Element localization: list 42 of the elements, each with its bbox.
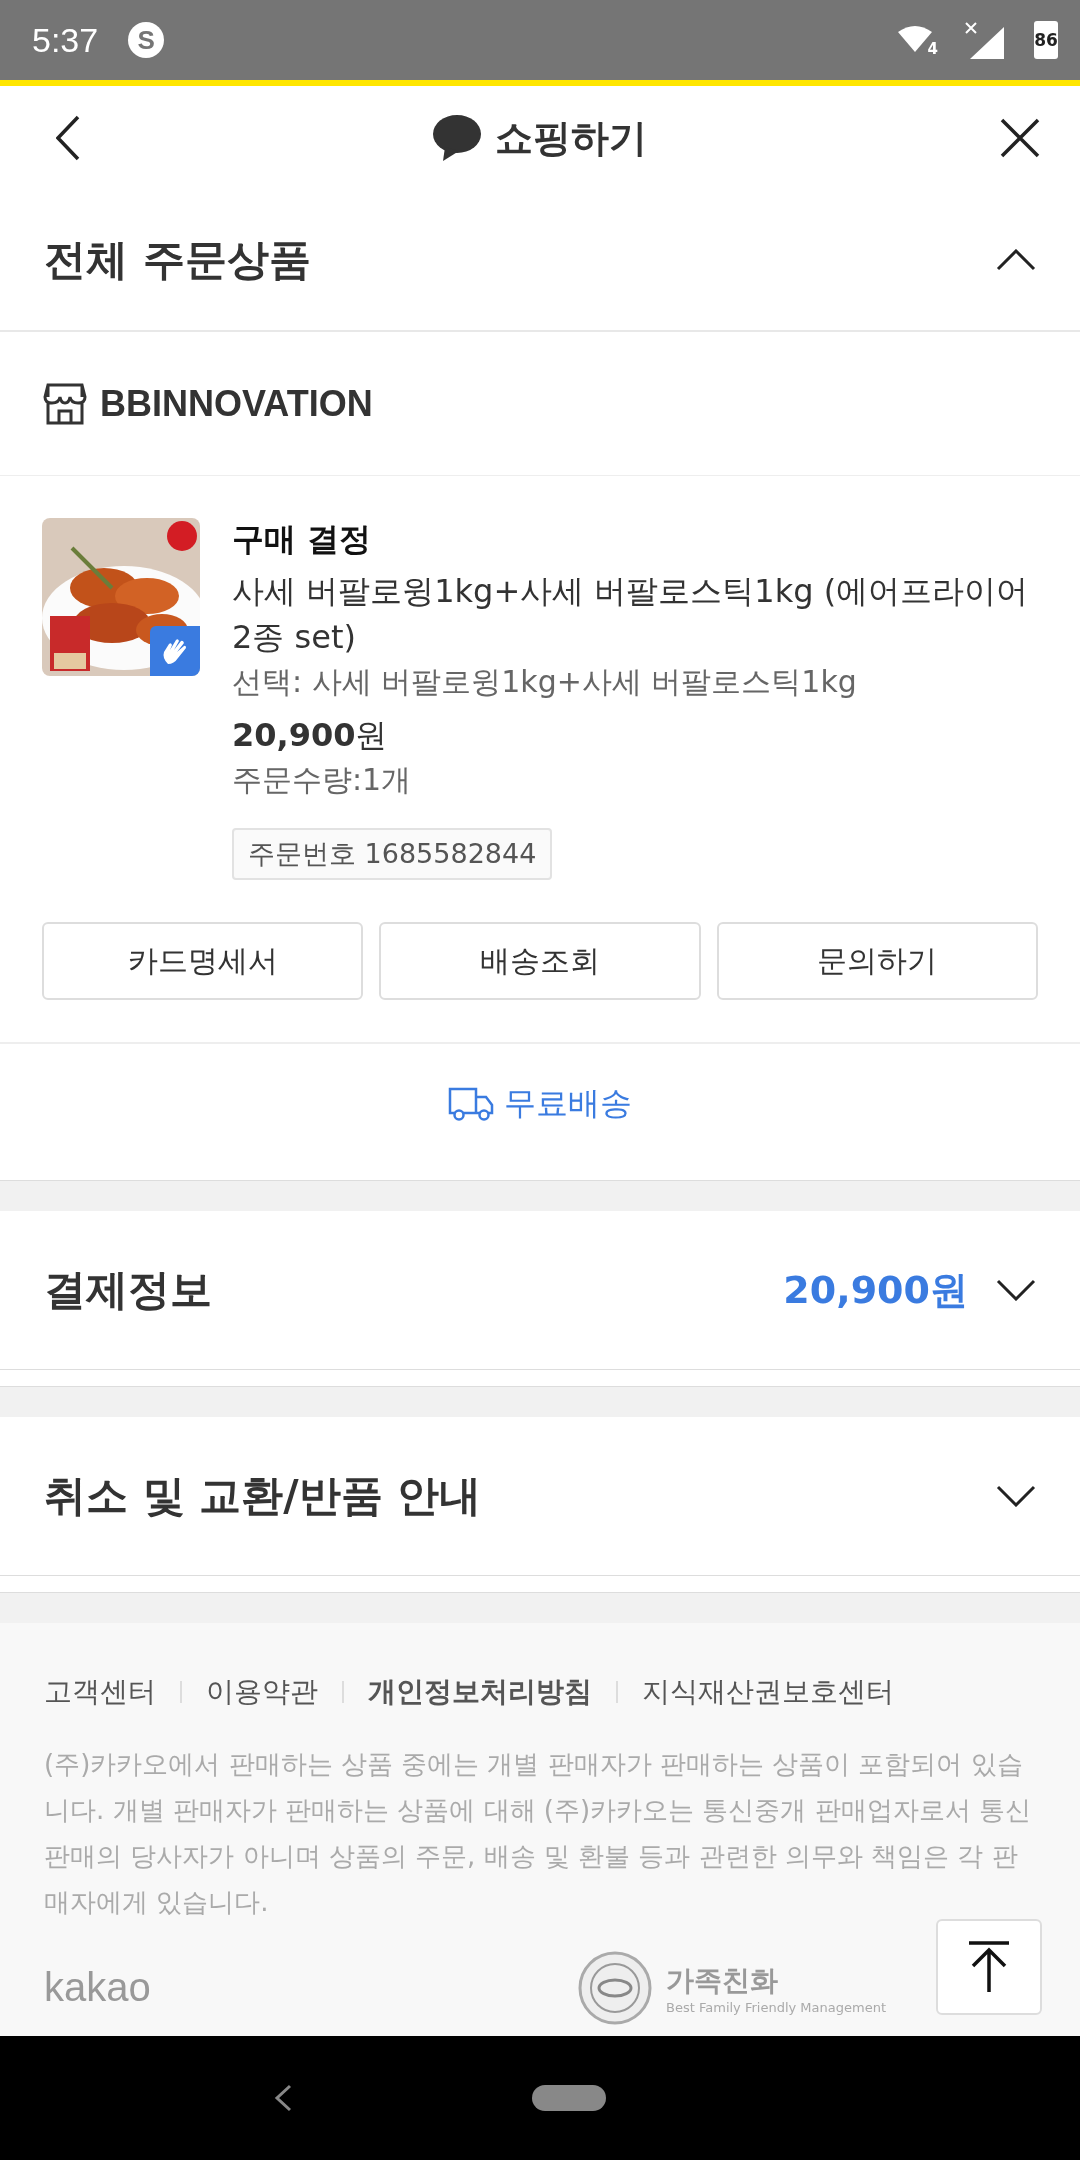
action-button[interactable]: 배송조회 <box>379 922 701 1000</box>
notification-icon: S <box>128 22 165 58</box>
badge-subtitle: Best Family Friendly Management <box>666 1999 886 2015</box>
speech-bubble-icon <box>433 115 481 161</box>
action-button[interactable]: 문의하기 <box>716 922 1038 1000</box>
order-status: 구매 결정 <box>232 519 372 560</box>
shipping-label: 무료배송 <box>504 1083 632 1124</box>
battery-icon: 86 <box>1034 21 1058 59</box>
payment-amount: 20,900원 <box>783 1266 968 1314</box>
footer-link[interactable]: 지식재산권보호센터 <box>642 1673 894 1711</box>
page-title: 쇼핑하기 <box>495 114 647 162</box>
store-icon <box>42 382 88 425</box>
chevron-icon[interactable] <box>996 1279 1036 1301</box>
action-button[interactable]: 카드명세서 <box>42 922 364 1000</box>
chevron-icon[interactable] <box>996 249 1036 271</box>
notice-text: (주)카카오에서 판매하는 상품 중에는 개별 판매자가 판매하는 상품이 포함되어 있습니다. 개별 판매자가 판매하는 상품에 대해 (주)카카오는 통신중개 판매업자로서 통신판매의 당사자가 아니며 상품의 주문, 배송 및 환불 등과 관련한 의무와 책임은 각 판매자에게 있습니다. <box>44 1748 1032 1919</box>
close-icon[interactable] <box>1000 118 1040 158</box>
footer-link[interactable]: 이용약관 <box>206 1673 318 1711</box>
arrow-up-icon <box>967 1940 1011 1994</box>
product-name[interactable]: 사세 버팔로윙1kg+사세 버팔로스틱1kg (에어프라이어 2종 set) <box>232 568 1038 660</box>
section-title: 결제정보 <box>44 1264 212 1316</box>
product-option: 선택: 사세 버팔로윙1kg+사세 버팔로스틱1kg <box>232 660 857 704</box>
back-icon[interactable] <box>56 115 80 161</box>
scroll-to-top-button[interactable] <box>936 1919 1042 2015</box>
back-icon[interactable] <box>274 2084 292 2112</box>
company-logo: kakao <box>44 1965 151 2010</box>
footer-link[interactable]: 고객센터 <box>44 1673 156 1711</box>
product-price: 20,900원 <box>232 715 388 756</box>
badge-title: 가족친화 <box>666 1962 780 1999</box>
signal-icon <box>964 21 1004 59</box>
status-time: 5:37 <box>32 20 99 60</box>
truck-icon <box>448 1087 494 1121</box>
section-title: 전체 주문상품 <box>44 234 311 286</box>
emblem-icon <box>578 1951 653 2025</box>
store-name[interactable]: BBINNOVATION <box>100 382 373 425</box>
order-quantity: 주문수량:1개 <box>232 761 412 799</box>
order-number: 주문번호 1685582844 <box>232 828 553 880</box>
chevron-icon[interactable] <box>996 1485 1036 1507</box>
hand-icon[interactable] <box>150 626 200 676</box>
footer-link[interactable]: 개인정보처리방침 <box>368 1673 592 1711</box>
section-title: 취소 및 교환/반품 안내 <box>44 1470 482 1522</box>
home-button[interactable] <box>532 2085 606 2111</box>
